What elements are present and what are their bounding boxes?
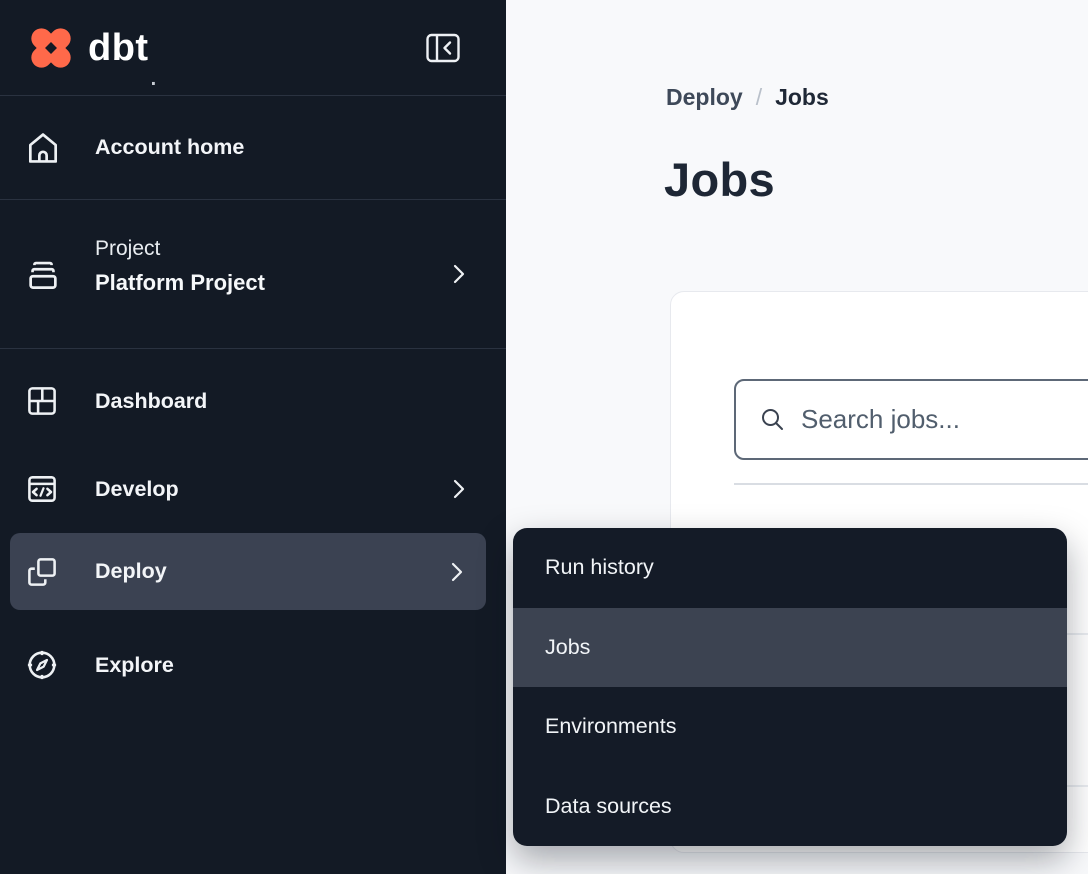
submenu-item-run-history[interactable]: Run history (513, 528, 1067, 608)
dbt-logo-icon (24, 21, 78, 75)
breadcrumb-current: Jobs (775, 84, 829, 111)
search-icon (759, 406, 786, 433)
sidebar-item-label: Explore (95, 653, 174, 678)
chevron-right-icon (452, 478, 466, 500)
develop-icon (24, 470, 62, 508)
project-icon (24, 255, 62, 293)
card-divider (734, 483, 1088, 485)
submenu-item-data-sources[interactable]: Data sources (513, 767, 1067, 847)
submenu-item-environments[interactable]: Environments (513, 687, 1067, 767)
search-box (734, 379, 1088, 460)
sidebar-item-deploy[interactable]: Deploy (10, 533, 486, 610)
search-jobs-input[interactable] (801, 404, 1088, 435)
sidebar-item-label: Dashboard (95, 389, 207, 414)
dashboard-icon (24, 382, 62, 420)
deploy-icon (24, 553, 62, 591)
sidebar-item-account-home[interactable]: Account home (0, 96, 506, 200)
chevron-right-icon (450, 561, 464, 583)
breadcrumb-deploy-link[interactable]: Deploy (666, 84, 743, 111)
sidebar-item-develop[interactable]: Develop (0, 445, 506, 533)
sidebar-item-label: Develop (95, 477, 179, 502)
logo-trademark: . (151, 69, 157, 89)
sidebar-item-label: Account home (95, 135, 244, 160)
project-labels: Project Platform Project (95, 238, 265, 294)
sidebar-item-label: Deploy (95, 559, 167, 584)
sidebar-item-label: Project (95, 238, 265, 259)
home-icon (24, 129, 62, 167)
deploy-submenu: Run history Jobs Environments Data sourc… (513, 528, 1067, 846)
breadcrumb-separator: / (756, 84, 762, 111)
collapse-sidebar-button[interactable] (424, 31, 462, 65)
sidebar-item-dashboard[interactable]: Dashboard (0, 357, 506, 445)
collapse-sidebar-icon (425, 32, 461, 64)
sidebar-item-explore[interactable]: Explore (0, 621, 506, 709)
project-name: Platform Project (95, 272, 265, 294)
explore-icon (24, 646, 62, 684)
sidebar-item-project[interactable]: Project Platform Project (0, 200, 506, 349)
chevron-right-icon (452, 263, 466, 285)
sidebar-header: dbt . (0, 0, 506, 96)
page-title: Jobs (664, 152, 775, 207)
sidebar: dbt . Account home (0, 0, 506, 874)
logo-text: dbt (88, 29, 149, 67)
breadcrumb: Deploy / Jobs (666, 84, 829, 111)
submenu-item-jobs[interactable]: Jobs (513, 608, 1067, 688)
